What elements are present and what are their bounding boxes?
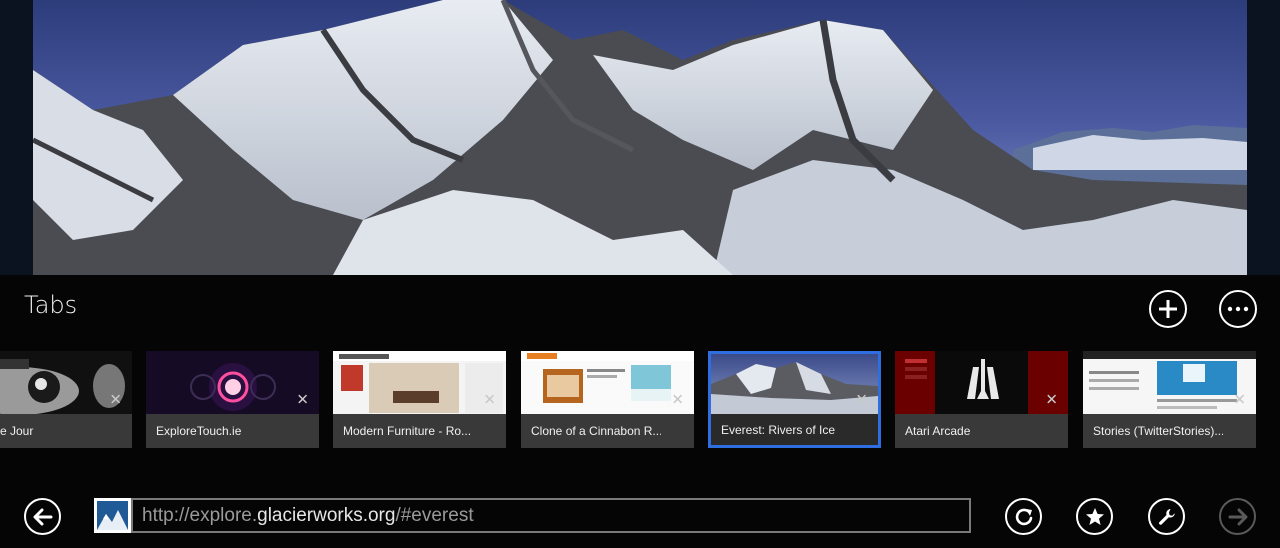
tab-card[interactable]: Modern Furniture - Ro... ✕ [333,351,506,448]
tab-label-bar: Everest: Rivers of Ice [711,414,878,445]
ellipsis-icon [1227,306,1249,312]
tab-title: e Jour [0,424,34,438]
tab-label-bar: e Jour [0,414,132,448]
tab-thumbnail [895,351,1068,414]
close-tab-icon[interactable]: ✕ [855,392,868,407]
tab-label-bar: Stories (TwitterStories)... [1083,414,1256,448]
close-tab-icon[interactable]: ✕ [296,392,309,407]
arrow-left-icon [33,508,52,525]
url-prefix: http://explore. [142,504,258,526]
tab-title: Clone of a Cinnabon R... [531,424,661,438]
close-tab-icon[interactable]: ✕ [109,392,122,407]
tab-label-bar: ExploreTouch.ie [146,414,319,448]
address-text[interactable]: http://explore.glacierworks.org/#everest [142,505,474,527]
address-bar[interactable]: http://explore.glacierworks.org/#everest [131,498,971,533]
tab-card[interactable]: e Jour ✕ [0,351,132,448]
forward-button[interactable] [1219,498,1256,535]
refresh-button[interactable] [1005,498,1042,535]
new-tab-button[interactable] [1149,290,1187,328]
tab-card[interactable]: Clone of a Cinnabon R... ✕ [521,351,694,448]
site-favicon [94,498,131,533]
favorite-button[interactable] [1076,498,1113,535]
tab-title: Atari Arcade [905,424,971,438]
more-options-button[interactable] [1219,290,1257,328]
back-button[interactable] [24,498,61,535]
tab-title: Everest: Rivers of Ice [721,422,836,437]
tab-thumbnail [711,354,878,414]
refresh-icon [1015,508,1032,525]
tab-thumbnail [146,351,319,414]
tab-card[interactable]: ExploreTouch.ie ✕ [146,351,319,448]
wrench-icon [1158,508,1175,525]
webpage-content-image [33,0,1247,275]
tab-thumbnail [521,351,694,414]
tab-label-bar: Modern Furniture - Ro... [333,414,506,448]
tab-card[interactable]: Stories (TwitterStories)... ✕ [1083,351,1256,448]
tab-label-bar: Clone of a Cinnabon R... [521,414,694,448]
tab-thumbnail [1083,351,1256,414]
close-tab-icon[interactable]: ✕ [1233,392,1246,407]
page-tools-button[interactable] [1148,498,1185,535]
tab-title: ExploreTouch.ie [156,424,242,438]
close-tab-icon[interactable]: ✕ [483,392,496,407]
tab-title: Modern Furniture - Ro... [343,424,472,438]
url-domain: glacierworks.org [257,504,396,526]
tab-label-bar: Atari Arcade [895,414,1068,448]
star-icon [1085,507,1104,525]
close-tab-icon[interactable]: ✕ [1045,392,1058,407]
arrow-right-icon [1228,508,1247,525]
plus-icon [1159,300,1177,318]
tab-card[interactable]: Atari Arcade ✕ [895,351,1068,448]
tab-title: Stories (TwitterStories)... [1093,424,1223,438]
tab-thumbnail [333,351,506,414]
tabs-title: Tabs [24,291,78,319]
url-suffix: /#everest [395,504,474,526]
tab-card-selected[interactable]: Everest: Rivers of Ice ✕ [708,351,881,448]
close-tab-icon[interactable]: ✕ [671,392,684,407]
